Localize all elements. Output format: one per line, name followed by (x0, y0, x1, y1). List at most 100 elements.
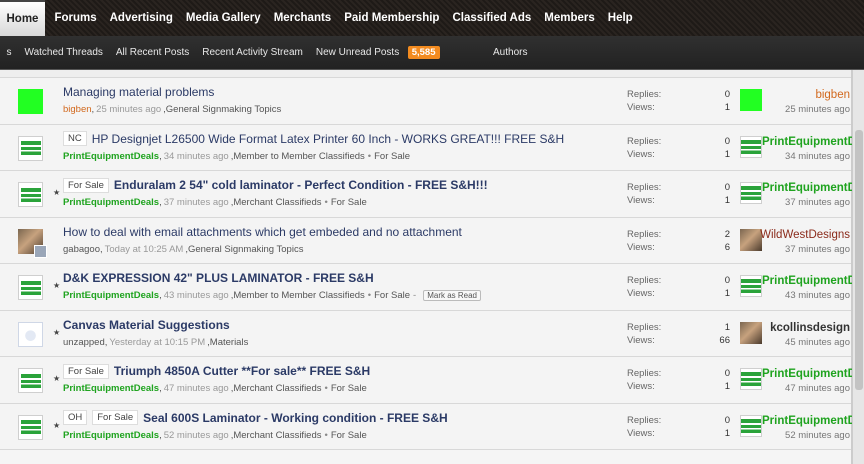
thread-title-link[interactable]: Seal 600S Laminator - Working condition … (143, 411, 448, 425)
thread-prefix-link[interactable]: For Sale (331, 197, 367, 208)
top-navigation: Home Forums Advertising Media Gallery Mercha… (0, 0, 864, 36)
last-poster-name[interactable]: PrintEquipmentDe (762, 182, 852, 194)
last-poster-name[interactable]: WildWestDesigns (760, 229, 850, 241)
thread-forum-link[interactable]: Merchant Classifieds (233, 383, 321, 394)
thread-forum-link[interactable]: Member to Member Classifieds (233, 151, 364, 162)
thread-author-link[interactable]: gabagoo (63, 244, 100, 255)
thread-title-link[interactable]: D&K EXPRESSION 42" PLUS LAMINATOR - FREE… (63, 271, 374, 285)
last-poster-avatar[interactable] (740, 135, 762, 158)
thread-row: ★ For Sale Triumph 4850A Cutter **For sale… (0, 357, 852, 404)
nav-tab-paid-membership[interactable]: Paid Membership (338, 0, 446, 36)
thread-start-date: 34 minutes ago (163, 150, 229, 162)
thread-title-link[interactable]: Enduralam 2 54" cold laminator - Perfect… (114, 178, 488, 192)
thread-start-date: 25 minutes ago (96, 104, 162, 115)
subnav-link-new-unread-posts[interactable]: New Unread Posts (309, 47, 405, 58)
meta-separator: • (324, 429, 328, 441)
views-stat: Views: 1 (627, 195, 730, 208)
user-avatar[interactable] (18, 228, 47, 258)
last-poster-avatar[interactable] (740, 321, 762, 344)
thread-author-link[interactable]: PrintEquipmentDeals (63, 290, 159, 301)
replies-stat: Replies: 0 (627, 136, 730, 149)
mark-as-read-button[interactable]: Mark as Read (423, 290, 481, 301)
last-poster-mini-avatar[interactable] (34, 244, 47, 258)
thread-title-link[interactable]: Canvas Material Suggestions (63, 318, 230, 332)
nav-tab-classified-ads[interactable]: Classified Ads (446, 0, 538, 36)
thread-author-link[interactable]: PrintEquipmentDeals (63, 197, 159, 208)
thread-author-link[interactable]: PrintEquipmentDeals (63, 430, 159, 441)
last-poster-name[interactable]: kcollinsdesign (770, 322, 850, 334)
thread-prefix-link[interactable]: For Sale (374, 151, 410, 162)
thread-title-line: NC HP Designjet L26500 Wide Format Latex … (63, 131, 613, 146)
printer-logo-icon (741, 279, 761, 293)
subnav-link-all-recent-posts[interactable]: All Recent Posts (109, 47, 195, 58)
subnav-link-authors[interactable]: Authors (487, 47, 534, 58)
last-poster-name[interactable]: PrintEquipmentDe (762, 275, 852, 287)
thread-forum-link[interactable]: Materials (210, 337, 249, 348)
thread-prefix[interactable]: NC (63, 131, 87, 146)
replies-count: 0 (724, 89, 730, 100)
subnav-link-truncated[interactable]: s (0, 47, 18, 58)
thread-forum-link[interactable]: Member to Member Classifieds (233, 290, 364, 301)
sub-navigation: s Watched Threads All Recent Posts Recent A… (0, 36, 864, 70)
thread-author-link[interactable]: unzapped (63, 337, 105, 348)
last-poster-name[interactable]: PrintEquipmentDe (762, 368, 852, 380)
nav-tab-forums[interactable]: Forums (48, 0, 103, 36)
last-poster-avatar[interactable] (740, 228, 762, 251)
user-avatar[interactable] (18, 321, 43, 347)
last-poster-avatar[interactable] (740, 414, 762, 437)
thread-prefix[interactable]: For Sale (92, 410, 139, 425)
thread-prefix-link[interactable]: For Sale (331, 383, 367, 394)
thread-author-link[interactable]: bigben (63, 104, 92, 115)
thread-author-link[interactable]: PrintEquipmentDeals (63, 383, 159, 394)
printer-logo-icon (20, 420, 41, 434)
last-post-info: kcollinsdesign 45 minutes ago (740, 321, 852, 350)
last-poster-avatar[interactable] (740, 89, 762, 111)
subnav-link-recent-activity-stream[interactable]: Recent Activity Stream (196, 47, 310, 58)
meta-comma: , (99, 243, 103, 255)
nav-tab-merchants[interactable]: Merchants (267, 0, 338, 36)
last-post-time: 45 minutes ago (785, 336, 850, 348)
user-avatar[interactable] (18, 368, 43, 393)
subnav-link-watched-threads[interactable]: Watched Threads (18, 47, 109, 58)
last-poster-name[interactable]: bigben (815, 89, 850, 101)
scrollbar[interactable] (852, 70, 864, 464)
user-avatar[interactable] (18, 275, 43, 300)
thread-prefix-link[interactable]: For Sale (374, 290, 410, 301)
thread-main: D&K EXPRESSION 42" PLUS LAMINATOR - FREE… (63, 271, 613, 301)
nav-tab-media-gallery[interactable]: Media Gallery (179, 0, 267, 36)
thread-prefix[interactable]: For Sale (63, 363, 109, 379)
thread-forum-link[interactable]: General Signmaking Topics (188, 244, 303, 255)
thread-stats: Replies: 0 Views: 1 (627, 368, 730, 394)
last-poster-avatar[interactable] (740, 182, 762, 204)
thread-title-link[interactable]: How to deal with email attachments which… (63, 225, 462, 239)
user-avatar[interactable] (18, 89, 43, 114)
thread-row: How to deal with email attachments which… (0, 217, 851, 264)
thread-title-link[interactable]: HP Designjet L26500 Wide Format Latex Pr… (92, 132, 564, 146)
thread-prefix-link[interactable]: For Sale (331, 430, 367, 441)
user-avatar[interactable] (18, 414, 43, 440)
nav-tab-home[interactable]: Home (0, 0, 45, 36)
last-poster-name[interactable]: PrintEquipmentDe (762, 415, 852, 427)
unread-count-badge[interactable]: 5,585 (407, 46, 440, 59)
last-poster-avatar[interactable] (740, 368, 762, 390)
nav-tab-help[interactable]: Help (601, 0, 639, 36)
thread-row: NC HP Designjet L26500 Wide Format Latex … (0, 124, 852, 171)
thread-title-link[interactable]: Managing material problems (63, 85, 214, 99)
user-avatar[interactable] (18, 182, 43, 207)
thread-forum-link[interactable]: Merchant Classifieds (233, 430, 321, 441)
replies-stat: Replies: 0 (627, 415, 730, 428)
thread-title-link[interactable]: Triumph 4850A Cutter **For sale** FREE S… (114, 364, 370, 378)
thread-forum-link[interactable]: General Signmaking Topics (166, 104, 281, 115)
scrollbar-thumb[interactable] (855, 130, 863, 390)
user-avatar[interactable] (18, 135, 43, 161)
nav-tab-advertising[interactable]: Advertising (103, 0, 179, 36)
thread-stats: Replies: 0 Views: 1 (627, 182, 730, 208)
views-stat: Views: 1 (627, 381, 730, 394)
last-poster-avatar[interactable] (740, 275, 762, 297)
last-poster-name[interactable]: PrintEquipmentDe (762, 136, 852, 148)
thread-prefix[interactable]: OH (63, 410, 88, 425)
thread-prefix[interactable]: For Sale (63, 177, 109, 193)
nav-tab-members[interactable]: Members (538, 0, 602, 36)
thread-author-link[interactable]: PrintEquipmentDeals (63, 151, 159, 162)
thread-forum-link[interactable]: Merchant Classifieds (233, 197, 321, 208)
